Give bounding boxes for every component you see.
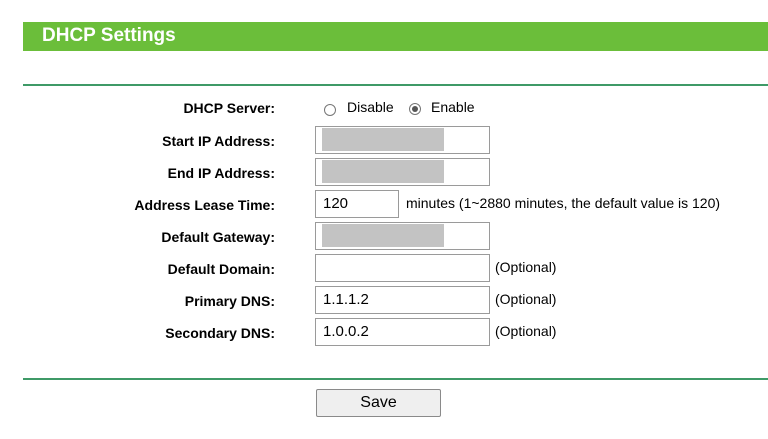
redacted-value: [322, 224, 444, 247]
end-ip-label: End IP Address:: [167, 165, 275, 181]
default-domain-hint: (Optional): [495, 259, 557, 275]
primary-dns-input[interactable]: 1.1.1.2: [315, 286, 490, 314]
primary-dns-hint: (Optional): [495, 291, 557, 307]
redacted-value: [322, 160, 444, 183]
divider-top: [23, 84, 768, 86]
primary-dns-label: Primary DNS:: [184, 293, 275, 309]
lease-time-hint: minutes (1~2880 minutes, the default val…: [406, 195, 721, 211]
lease-time-label: Address Lease Time:: [134, 197, 275, 213]
default-domain-label: Default Domain:: [167, 261, 275, 277]
default-domain-input[interactable]: [315, 254, 490, 282]
divider-bottom: [23, 378, 768, 380]
section-header: DHCP Settings: [23, 22, 768, 51]
start-ip-label: Start IP Address:: [162, 133, 275, 149]
dhcp-enable-label[interactable]: Enable: [431, 99, 475, 115]
dhcp-disable-radio[interactable]: [324, 104, 336, 116]
redacted-value: [322, 128, 444, 151]
start-ip-input[interactable]: [315, 126, 490, 154]
secondary-dns-input[interactable]: 1.0.0.2: [315, 318, 490, 346]
page-title: DHCP Settings: [42, 25, 176, 46]
lease-time-input[interactable]: 120: [315, 190, 399, 218]
dhcp-disable-label[interactable]: Disable: [347, 99, 394, 115]
secondary-dns-hint: (Optional): [495, 323, 557, 339]
dhcp-enable-radio[interactable]: [409, 103, 421, 115]
save-button[interactable]: Save: [316, 389, 441, 417]
secondary-dns-label: Secondary DNS:: [165, 325, 275, 341]
default-gateway-input[interactable]: [315, 222, 490, 250]
end-ip-input[interactable]: [315, 158, 490, 186]
dhcp-server-label: DHCP Server:: [183, 100, 275, 116]
default-gateway-label: Default Gateway:: [161, 229, 275, 245]
